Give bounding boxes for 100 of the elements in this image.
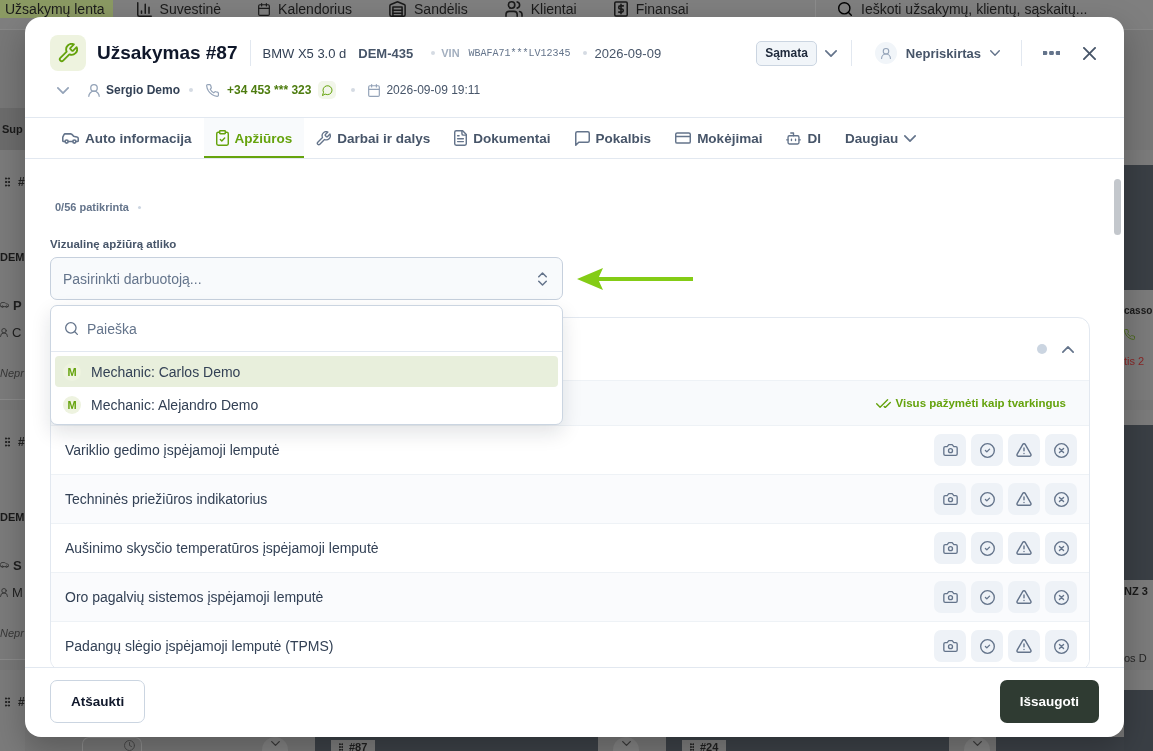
card-title: NZ 3: [1124, 584, 1148, 599]
field-label: Vizualinę apžiūrą atliko: [50, 237, 178, 251]
warning-button[interactable]: [1008, 581, 1040, 613]
cross-circle-icon: [1053, 589, 1069, 605]
search-field[interactable]: Paieška: [51, 306, 562, 352]
tab[interactable]: Auto informacija: [50, 118, 204, 158]
vehicle-model: BMW X5 3.0 d: [262, 45, 347, 61]
camera-icon: [942, 591, 958, 603]
dropdown-option[interactable]: M Mechanic: Carlos Demo: [55, 356, 558, 387]
person-icon: [0, 327, 8, 337]
camera-icon: [942, 444, 958, 456]
status-dot-icon: [1037, 344, 1047, 354]
caret-icon: [270, 741, 280, 746]
estimate-button[interactable]: Sąmata: [756, 40, 817, 66]
person-icon: [0, 587, 8, 597]
warning-button[interactable]: [1008, 434, 1040, 466]
order-datetime: 2026-09-09 19:11: [386, 83, 481, 97]
chat-button[interactable]: [318, 81, 337, 99]
dropdown-option[interactable]: M Mechanic: Alejandro Demo: [55, 389, 558, 420]
bar-chart-icon: [136, 1, 152, 17]
order-number: #: [18, 435, 25, 449]
tab[interactable]: Apžiūros: [203, 118, 305, 158]
tab[interactable]: Daugiau: [832, 118, 929, 158]
mark-all-button[interactable]: Visus pažymėti kaip tvarkingus: [875, 397, 1066, 409]
nav-item[interactable]: Kalendorius: [245, 0, 365, 18]
car-icon: [0, 562, 9, 568]
order-number: #: [18, 695, 25, 709]
nav-item[interactable]: Finansai: [600, 0, 702, 18]
order-card[interactable]: # DEM S M Nepr: [0, 410, 25, 660]
cross-button[interactable]: [1045, 483, 1077, 515]
vin-label: VIN: [441, 47, 460, 59]
calendar-icon: [258, 2, 271, 16]
camera-button[interactable]: [934, 532, 966, 564]
toggle-button[interactable]: [613, 737, 639, 751]
cross-button[interactable]: [1045, 434, 1077, 466]
check-button[interactable]: [971, 483, 1003, 515]
cross-button[interactable]: [1045, 581, 1077, 613]
camera-button[interactable]: [934, 483, 966, 515]
camera-button[interactable]: [934, 434, 966, 466]
cancel-button[interactable]: Atšaukti: [50, 680, 146, 723]
camera-icon: [942, 640, 958, 652]
check-button[interactable]: [971, 581, 1003, 613]
toggle-button[interactable]: [964, 737, 990, 751]
progress-text: 0/56 patikrinta: [55, 201, 129, 213]
order-card[interactable]: casso tis 2: [1124, 150, 1153, 400]
cross-button[interactable]: [1045, 532, 1077, 564]
wrench-icon: [50, 35, 86, 71]
warning-icon: [1016, 492, 1032, 506]
wrench-icon: [316, 130, 332, 146]
warning-icon: [1016, 639, 1032, 653]
order-card[interactable]: [1124, 670, 1153, 751]
phone-link[interactable]: +34 453 *** 323: [227, 83, 312, 97]
order-number: #24: [700, 741, 719, 751]
check-button[interactable]: [971, 434, 1003, 466]
cross-button[interactable]: [1045, 630, 1077, 662]
cross-circle-icon: [1053, 638, 1069, 654]
warning-button[interactable]: [1008, 532, 1040, 564]
assignee-button[interactable]: Nepriskirtas: [874, 42, 1000, 64]
checklist-item: Techninės priežiūros indikatorius: [65, 491, 269, 507]
card-title: P: [13, 297, 22, 313]
clock-icon: [124, 740, 135, 751]
toggle-button[interactable]: [262, 737, 288, 751]
warning-button[interactable]: [1008, 483, 1040, 515]
employee-select[interactable]: Pasirinkti darbuotoją...: [50, 257, 563, 300]
check-circle-icon: [979, 442, 995, 458]
nav-item[interactable]: Užsakymų lenta: [0, 0, 113, 18]
chat-bubble-icon: [574, 130, 590, 146]
search-icon: [65, 322, 78, 335]
check-circle-icon: [979, 540, 995, 556]
tab[interactable]: Dokumentai: [442, 118, 563, 158]
warning-button[interactable]: [1008, 630, 1040, 662]
initial-avatar: M: [63, 362, 81, 381]
tab[interactable]: Darbai ir dalys: [304, 118, 443, 158]
tab[interactable]: DI: [774, 118, 833, 158]
dialog-title: Užsakymas #87: [97, 42, 238, 64]
check-button[interactable]: [971, 630, 1003, 662]
camera-button[interactable]: [934, 630, 966, 662]
clipboard-check-icon: [215, 130, 229, 146]
order-card[interactable]: # DEM P C Nepr: [0, 150, 25, 400]
check-circle-icon: [979, 638, 995, 654]
nav-item[interactable]: Klientai: [491, 0, 590, 18]
nav-item[interactable]: Suvestinė: [123, 0, 235, 18]
check-button[interactable]: [971, 532, 1003, 564]
tab[interactable]: Mokėjimai: [663, 118, 775, 158]
chat-bubble-icon: [321, 84, 333, 96]
scrollbar-thumb[interactable]: [1114, 179, 1121, 235]
chevron-down-icon: [57, 86, 69, 94]
assignee-text: Nepr: [0, 366, 24, 381]
grip-icon: [690, 743, 694, 751]
order-card[interactable]: NZ 3 os D: [1124, 410, 1153, 660]
order-card[interactable]: #: [0, 670, 25, 751]
nav-item[interactable]: Sandėlis: [376, 0, 481, 18]
plate-number: DEM: [0, 510, 25, 525]
phone-icon: [1124, 329, 1135, 340]
camera-button[interactable]: [934, 581, 966, 613]
tab[interactable]: Pokalbis: [562, 118, 664, 158]
status-text: tis 2: [1124, 354, 1145, 369]
chevron-down-icon: [824, 49, 837, 57]
save-button[interactable]: Išsaugoti: [999, 680, 1099, 723]
initial-avatar: M: [63, 395, 81, 414]
